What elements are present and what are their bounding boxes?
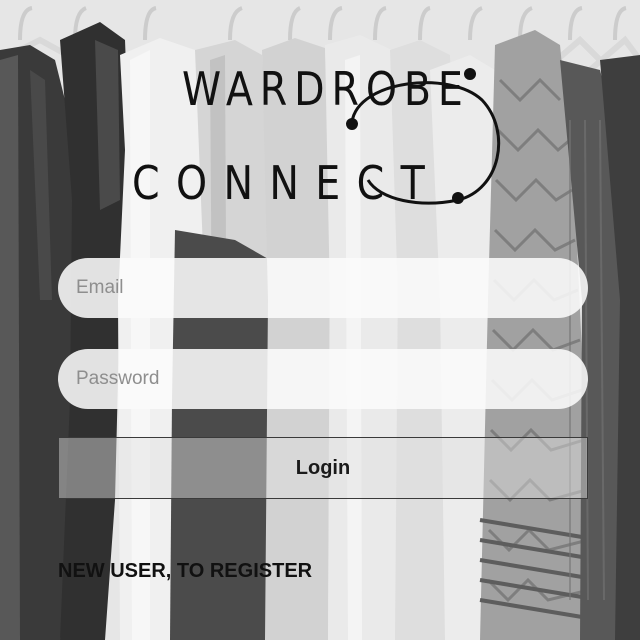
login-button-label: Login xyxy=(295,456,351,479)
password-field[interactable] xyxy=(58,349,588,409)
email-input[interactable] xyxy=(76,277,570,299)
register-link[interactable]: NEW USER, TO REGISTER xyxy=(58,560,312,583)
email-field[interactable] xyxy=(58,258,588,318)
logo-text-connect: CONNECT xyxy=(132,156,442,210)
wardrobe-connect-logo: WARDROBE CONNECT xyxy=(120,60,520,220)
logo-text-wardrobe: WARDROBE xyxy=(182,62,470,116)
login-button[interactable]: Login xyxy=(58,437,588,499)
password-input[interactable] xyxy=(76,368,570,390)
